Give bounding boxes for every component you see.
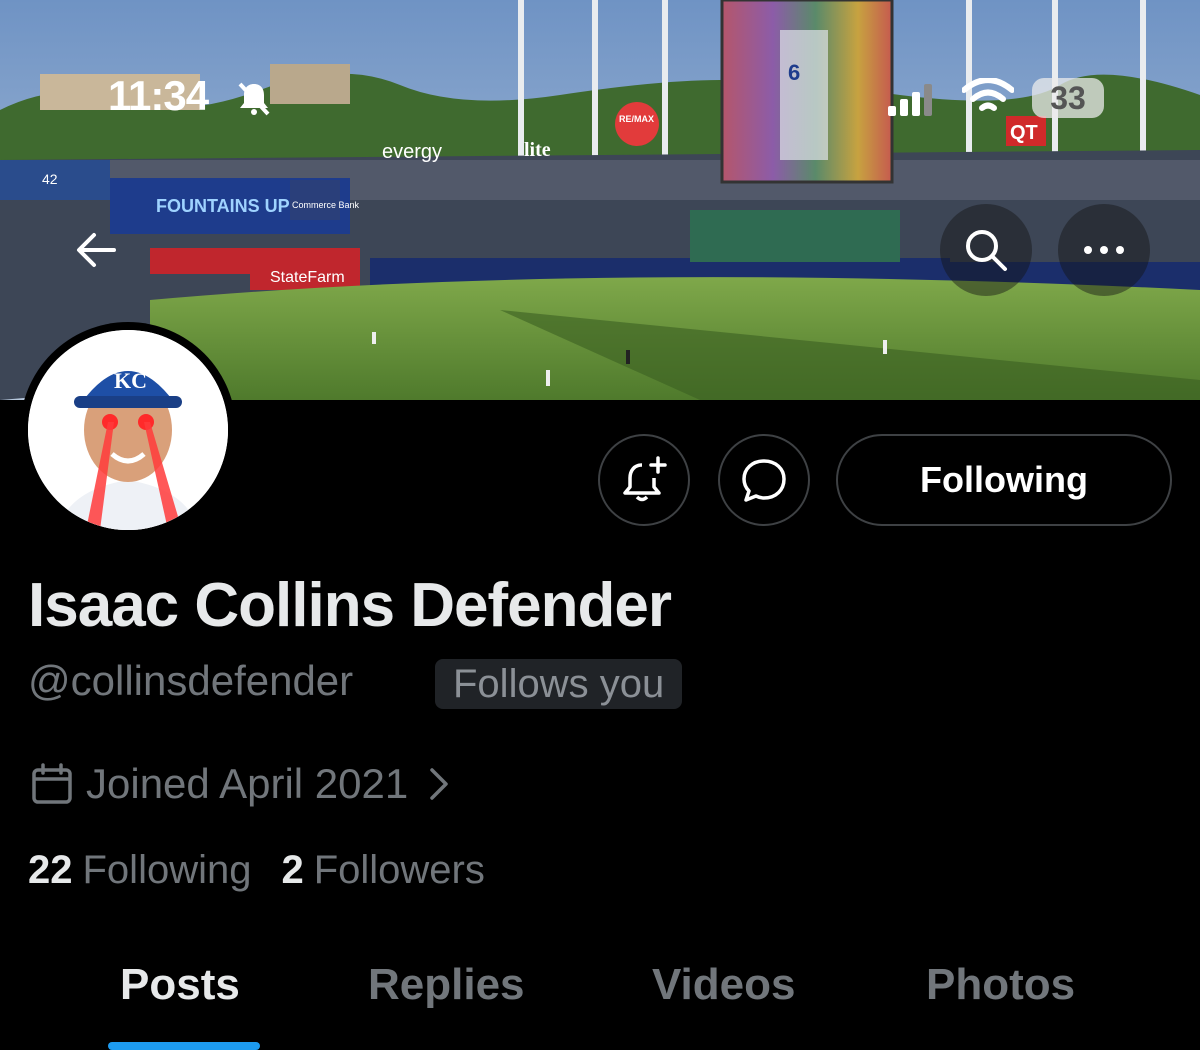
screen-player-number: 6 [788,60,800,85]
cellular-signal-icon [888,84,932,116]
search-button[interactable] [940,204,1032,296]
avatar-photo: KC [28,330,228,530]
profile-tabs: Posts Replies Videos Photos [0,950,1200,1050]
status-time: 11:34 [108,72,209,119]
follow-stats: 22 Following 2 Followers [28,848,485,893]
followers-stat[interactable]: 2 Followers [281,848,484,893]
statefarm-sign: StateFarm [270,269,345,286]
arrow-left-icon [77,233,116,267]
tab-videos[interactable]: Videos [652,960,795,1010]
profile-avatar[interactable]: KC [20,322,236,538]
more-dots-icon [1084,246,1124,254]
silent-bell-icon [238,82,270,116]
active-tab-indicator [108,1042,260,1050]
following-button[interactable]: Following [836,434,1172,526]
joined-label: Joined April 2021 [86,760,409,807]
tab-photos[interactable]: Photos [926,960,1075,1010]
wifi-icon [962,78,1014,111]
more-options-button[interactable] [1058,204,1150,296]
evergy-sign: evergy [382,141,442,163]
search-icon [966,230,1007,271]
chat-bubble-icon [742,459,786,502]
tab-posts[interactable]: Posts [120,960,240,1010]
following-stat[interactable]: 22 Following [28,848,251,893]
back-button[interactable] [50,204,142,296]
bell-plus-icon [623,456,667,502]
following-count: 22 [28,848,73,892]
commerce-sign: Commerce Bank [292,200,360,210]
scoreboard-number: 42 [42,171,58,187]
notifications-button[interactable] [598,434,690,526]
chevron-right-icon [430,768,448,800]
battery-indicator: 33 [1032,78,1104,118]
tab-replies[interactable]: Replies [368,960,525,1010]
followers-stat-label: Followers [313,848,485,892]
joined-date[interactable]: Joined April 2021 [30,760,452,808]
calendar-icon [32,763,72,804]
display-name: Isaac Collins Defender [28,571,672,640]
following-stat-label: Following [82,848,252,892]
qt-sign: QT [1010,122,1038,144]
follows-you-badge: Follows you [435,659,683,709]
followers-count: 2 [281,848,304,892]
fountains-sign: FOUNTAINS UP [156,196,290,216]
lite-sign: lite [524,139,551,161]
cap-logo: KC [114,368,147,393]
remax-sign: RE/MAX [619,114,654,124]
user-handle: @collinsdefender [28,657,354,704]
message-button[interactable] [718,434,810,526]
